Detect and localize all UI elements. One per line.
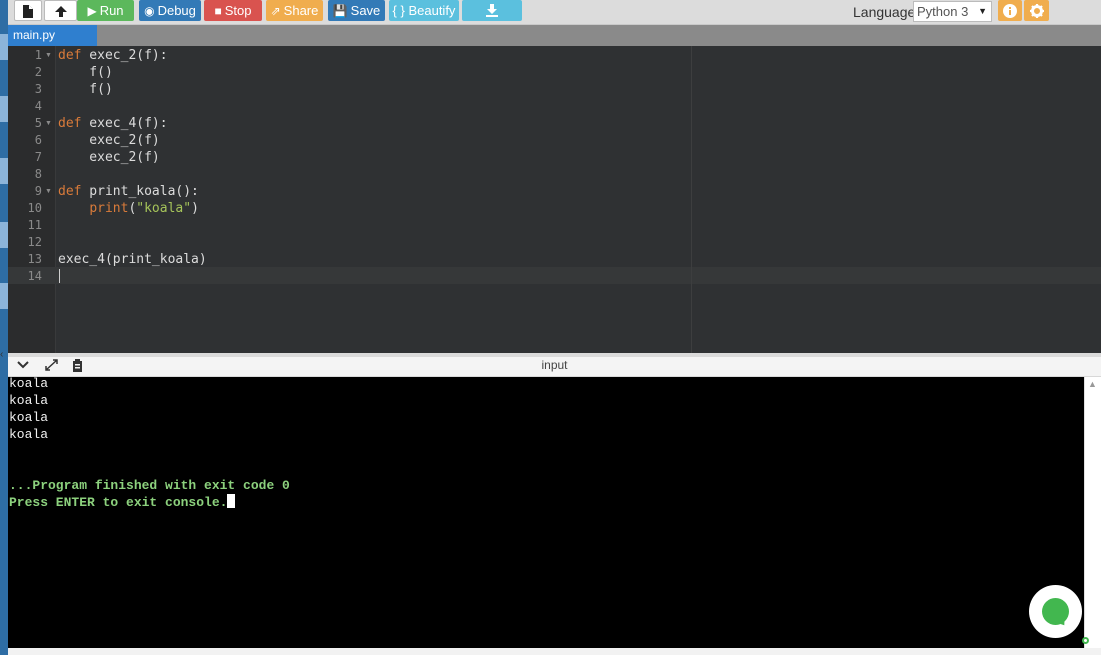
console-prompt-line: Press ENTER to exit console. xyxy=(9,494,236,511)
share-icon: ⇗ xyxy=(270,4,281,18)
console-line: koala xyxy=(9,376,49,391)
play-icon: ▶ xyxy=(87,4,97,18)
console-line: koala xyxy=(9,427,49,442)
bottom-bar xyxy=(8,648,1101,655)
line-number: 14 xyxy=(27,269,42,283)
tab-main-py[interactable]: main.py xyxy=(8,25,97,46)
line-number: 2 xyxy=(34,65,42,79)
fold-toggle-icon[interactable]: ▼ xyxy=(45,183,52,200)
chevron-down-icon: ▼ xyxy=(978,6,987,16)
code-line: def exec_4(f): xyxy=(58,116,168,131)
upload-button[interactable] xyxy=(44,0,77,21)
language-value: Python 3 xyxy=(917,4,969,19)
fold-toggle-icon[interactable]: ▼ xyxy=(45,47,52,64)
console-title: input xyxy=(541,358,568,372)
left-strip-segment xyxy=(0,222,8,248)
left-strip-segment xyxy=(0,158,8,184)
line-number: 8 xyxy=(34,167,42,181)
console-line: koala xyxy=(9,393,49,408)
download-icon xyxy=(486,4,498,17)
debug-label: Debug xyxy=(157,3,196,18)
share-button[interactable]: ⇗ Share xyxy=(266,0,323,21)
line-number: 9 xyxy=(34,184,42,198)
chevron-down-icon[interactable] xyxy=(17,359,29,374)
beautify-label: { } Beautify xyxy=(392,3,456,18)
new-file-button[interactable] xyxy=(14,0,42,21)
left-side-strip: ‹ xyxy=(0,0,8,655)
chat-status-dot xyxy=(1082,637,1089,644)
terminal-cursor xyxy=(227,494,236,508)
exit-prompt: Press ENTER to exit console. xyxy=(9,495,228,510)
file-tab-bar: main.py xyxy=(8,25,1101,46)
stop-button[interactable]: ■ Stop xyxy=(204,0,262,21)
share-label: Share xyxy=(283,3,319,18)
file-icon xyxy=(23,5,33,18)
line-number: 5 xyxy=(34,116,42,130)
upload-icon xyxy=(54,6,67,17)
run-button[interactable]: ▶ Run xyxy=(77,0,134,21)
console-header: input xyxy=(8,357,1101,377)
code-line: exec_4(print_koala) xyxy=(58,252,207,267)
code-line: print("koala") xyxy=(89,201,199,216)
code-line: def print_koala(): xyxy=(58,184,199,199)
download-button[interactable] xyxy=(462,0,522,21)
line-number: 4 xyxy=(34,99,42,113)
exit-message: ...Program finished with exit code 0 xyxy=(9,478,290,493)
line-number: 13 xyxy=(27,252,42,266)
language-select[interactable]: Python 3 ▼ xyxy=(913,1,992,22)
save-label: Save xyxy=(350,3,381,18)
code-line: exec_2(f) xyxy=(58,133,160,148)
debug-icon: ◉ xyxy=(144,4,155,18)
beautify-button[interactable]: { } Beautify xyxy=(389,0,459,21)
debug-button[interactable]: ◉ Debug xyxy=(139,0,201,21)
console-scrollbar[interactable]: ▲ xyxy=(1084,377,1101,648)
left-strip-segment xyxy=(0,283,8,309)
clipboard-icon[interactable] xyxy=(72,359,83,376)
scroll-up-icon[interactable]: ▲ xyxy=(1088,379,1097,389)
console-line: koala xyxy=(9,410,49,425)
gear-icon xyxy=(1029,4,1044,18)
info-icon xyxy=(1003,4,1017,18)
left-strip-segment xyxy=(0,34,8,60)
active-line-highlight xyxy=(8,267,1101,284)
line-number: 12 xyxy=(27,235,42,249)
run-label: Run xyxy=(99,3,124,18)
chat-button[interactable] xyxy=(1029,585,1082,638)
code-line: def exec_2(f): xyxy=(58,48,168,63)
stop-label: Stop xyxy=(224,3,252,18)
console-output[interactable]: koala koala koala koala ...Program finis… xyxy=(8,376,1084,648)
line-number: 10 xyxy=(27,201,42,215)
line-number: 1 xyxy=(34,48,42,62)
line-number: 7 xyxy=(34,150,42,164)
info-button[interactable] xyxy=(998,0,1022,21)
line-number: 6 xyxy=(34,133,42,147)
floppy-icon: 💾 xyxy=(332,4,348,18)
fold-toggle-icon[interactable]: ▼ xyxy=(45,115,52,132)
text-cursor xyxy=(59,269,60,283)
line-number: 3 xyxy=(34,82,42,96)
settings-button[interactable] xyxy=(1024,0,1049,21)
toolbar: ▶ Run ◉ Debug ■ Stop ⇗ Share 💾 Save { } Beaut… xyxy=(8,0,1101,25)
stop-icon: ■ xyxy=(214,4,222,18)
collapse-arrow-icon[interactable]: ‹ xyxy=(0,348,8,362)
code-line: f() xyxy=(58,82,113,97)
expand-icon[interactable] xyxy=(45,359,58,375)
language-label: Language xyxy=(853,4,916,20)
code-line: exec_2(f) xyxy=(58,150,160,165)
code-line: f() xyxy=(58,65,113,80)
line-number: 11 xyxy=(27,218,42,232)
code-editor[interactable]: 1 2 3 4 5 6 7 8 9 10 11 12 13 14 ▼ ▼ ▼ d… xyxy=(8,46,1101,353)
left-strip-segment xyxy=(0,96,8,122)
save-button[interactable]: 💾 Save xyxy=(328,0,385,21)
print-margin xyxy=(691,46,692,353)
